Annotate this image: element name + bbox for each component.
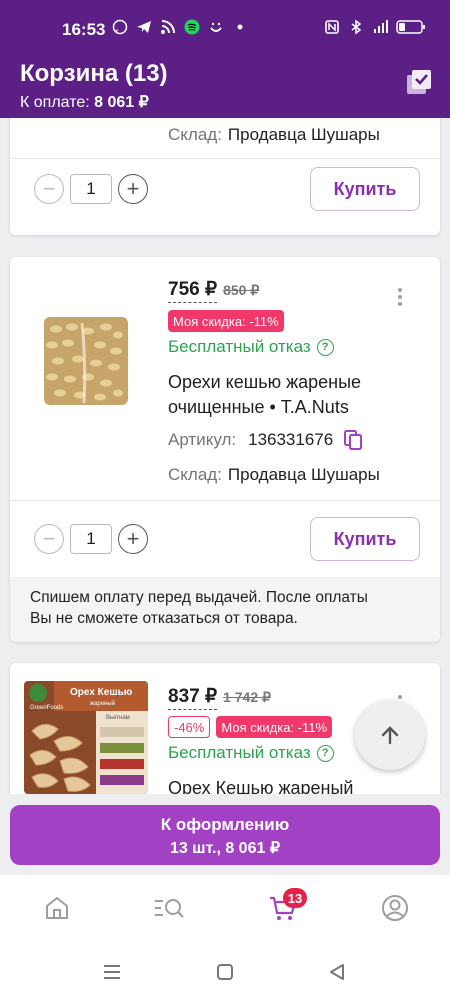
product-image[interactable] <box>38 313 134 409</box>
article-value: 136331676 <box>248 430 334 449</box>
total-amount: 8 061 ₽ <box>94 94 149 111</box>
home-button-icon[interactable] <box>216 963 234 981</box>
stock-value: Продавца Шушары <box>227 125 380 144</box>
scroll-to-top-button[interactable] <box>355 700 425 770</box>
quantity-stepper: − 1 + <box>34 174 148 204</box>
divider <box>10 158 440 159</box>
my-discount-badge: Моя скидка: -11% <box>168 310 284 332</box>
quantity-value[interactable]: 1 <box>70 174 112 204</box>
cart-list[interactable]: Склад: Продавца Шушары − 1 + Купить 756 ₽… <box>0 118 450 794</box>
payment-note-line: Спишем оплату перед выдачей. После оплат… <box>30 589 368 606</box>
help-icon[interactable]: ? <box>316 744 334 762</box>
product-name[interactable]: Орех Кешью жареный <box>168 776 418 794</box>
stock-label: Склад: <box>168 465 222 484</box>
old-price: 850 ₽ <box>223 282 260 298</box>
telegram-icon <box>137 21 151 33</box>
whatsapp-icon <box>112 19 128 35</box>
price-row: 837 ₽ 1 742 ₽ <box>168 685 271 710</box>
my-discount-badge: Моя скидка: -11% <box>216 716 333 738</box>
checkout-summary: 13 шт., 8 061 ₽ <box>169 840 280 857</box>
product-name-line: очищенные • T.A.Nuts <box>168 397 349 417</box>
cart-count-badge: 13 <box>283 888 307 908</box>
svg-text:GreenFoods: GreenFoods <box>30 705 63 711</box>
back-icon[interactable] <box>328 963 346 981</box>
discount-badge: -46% <box>168 716 211 738</box>
discount-badges: -46% Моя скидка: -11% <box>168 716 333 738</box>
arrow-up-icon <box>381 726 399 745</box>
bluetooth-icon <box>351 19 362 35</box>
svg-text:Орех Кешью: Орех Кешью <box>70 687 133 698</box>
spotify-icon <box>184 19 200 35</box>
help-icon[interactable]: ? <box>316 338 334 356</box>
payment-note-line: Вы не сможете отказаться от товара. <box>30 610 298 627</box>
system-nav-bar <box>0 945 450 1000</box>
quantity-stepper: − 1 + <box>34 524 148 554</box>
old-price: 1 742 ₽ <box>223 689 271 705</box>
copy-icon[interactable] <box>343 429 363 451</box>
checkout-button[interactable]: К оформлению 13 шт., 8 061 ₽ <box>10 805 440 865</box>
profile-icon[interactable] <box>380 893 410 923</box>
product-name[interactable]: Орехи кешью жареные очищенные • T.A.Nuts <box>168 370 418 420</box>
system-icons <box>324 19 426 35</box>
total-label: К оплате: <box>20 94 95 111</box>
increase-button[interactable]: + <box>118 524 148 554</box>
product-name-line: Орех Кешью жареный <box>168 778 354 794</box>
cart-item-card: Склад: Продавца Шушары − 1 + Купить <box>10 118 440 235</box>
stock-value: Продавца Шушары <box>227 465 380 484</box>
page-title: Корзина (13) <box>20 60 168 87</box>
stock-info: Склад: Продавца Шушары <box>168 125 380 145</box>
bottom-nav <box>0 875 450 945</box>
checkout-label: К оформлению <box>160 815 290 834</box>
status-bar: 16:53 <box>0 0 450 52</box>
signal-icon <box>374 20 388 33</box>
total-to-pay: К оплате: 8 061 ₽ <box>20 92 149 112</box>
home-icon[interactable] <box>42 893 72 923</box>
current-price[interactable]: 837 ₽ <box>168 685 218 710</box>
product-name-line: Орехи кешью жареные <box>168 372 362 392</box>
battery-icon <box>396 20 425 34</box>
quantity-value[interactable]: 1 <box>70 524 112 554</box>
stock-info: Склад: Продавца Шушары <box>168 465 380 485</box>
stock-label: Склад: <box>168 125 222 144</box>
dot-icon <box>237 24 243 30</box>
decrease-button[interactable]: − <box>34 174 64 204</box>
svg-text:жареный: жареный <box>90 700 115 707</box>
app-header: Корзина (13) К оплате: 8 061 ₽ <box>0 52 450 118</box>
free-return: Бесплатный отказ ? <box>168 743 334 763</box>
nfc-icon <box>325 20 339 34</box>
free-return-label: Бесплатный отказ <box>168 743 311 762</box>
payment-note: Спишем оплату перед выдачей. После оплат… <box>10 577 440 642</box>
more-options-icon[interactable] <box>396 288 404 306</box>
svg-text:Вьетнам: Вьетнам <box>106 715 130 721</box>
smile-icon <box>210 22 222 32</box>
increase-button[interactable]: + <box>118 174 148 204</box>
select-all-icon[interactable] <box>404 68 434 98</box>
price-row: 756 ₽ 850 ₽ <box>168 278 259 303</box>
discount-badges: Моя скидка: -11% <box>168 310 284 332</box>
product-image[interactable]: GreenFoods Орех Кешью жареный Вьетнам <box>24 681 148 794</box>
buy-button[interactable]: Купить <box>310 167 420 211</box>
cart-item-card: 756 ₽ 850 ₽ Моя скидка: -11% Бесплатный … <box>10 257 440 642</box>
catalog-search-icon[interactable] <box>152 893 186 923</box>
notification-icons <box>112 19 248 35</box>
buy-button[interactable]: Купить <box>310 517 420 561</box>
status-time: 16:53 <box>62 20 106 39</box>
divider <box>10 500 440 501</box>
free-return: Бесплатный отказ ? <box>168 337 334 357</box>
article-info: Артикул: 136331676 <box>168 429 363 451</box>
current-price[interactable]: 756 ₽ <box>168 278 218 303</box>
decrease-button[interactable]: − <box>34 524 64 554</box>
article-label: Артикул: <box>168 430 237 449</box>
menu-icon[interactable] <box>103 964 121 980</box>
rss-icon <box>161 20 175 34</box>
free-return-label: Бесплатный отказ <box>168 337 311 356</box>
